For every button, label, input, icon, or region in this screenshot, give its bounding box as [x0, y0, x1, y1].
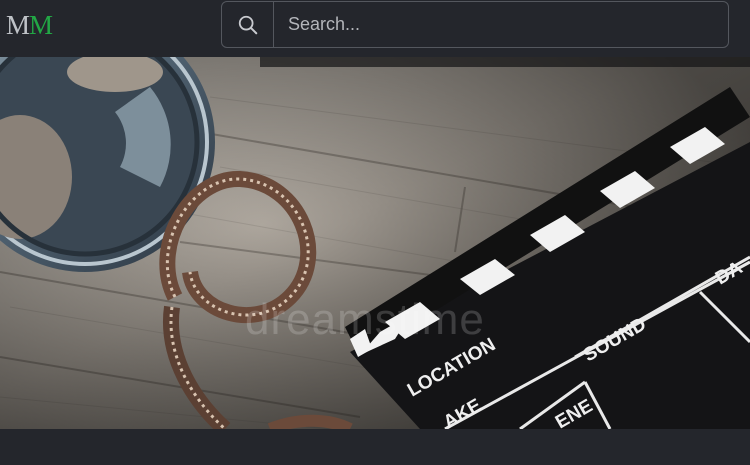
film-reel-and-clapperboard-image: LOCATION SOUND DA AKE ENE: [0, 57, 750, 429]
logo-letter-1: M: [6, 10, 30, 40]
hero-banner-image: LOCATION SOUND DA AKE ENE dreamstime: [0, 57, 750, 429]
search-bar: [221, 1, 729, 48]
top-navbar: MM: [0, 0, 750, 57]
search-button[interactable]: [222, 2, 274, 47]
search-input[interactable]: [274, 2, 728, 47]
search-icon: [238, 15, 257, 34]
logo-letter-2: M: [29, 10, 53, 40]
bottom-bar: [0, 429, 750, 465]
site-logo[interactable]: MM: [6, 10, 53, 41]
image-watermark: dreamstime: [245, 295, 485, 344]
